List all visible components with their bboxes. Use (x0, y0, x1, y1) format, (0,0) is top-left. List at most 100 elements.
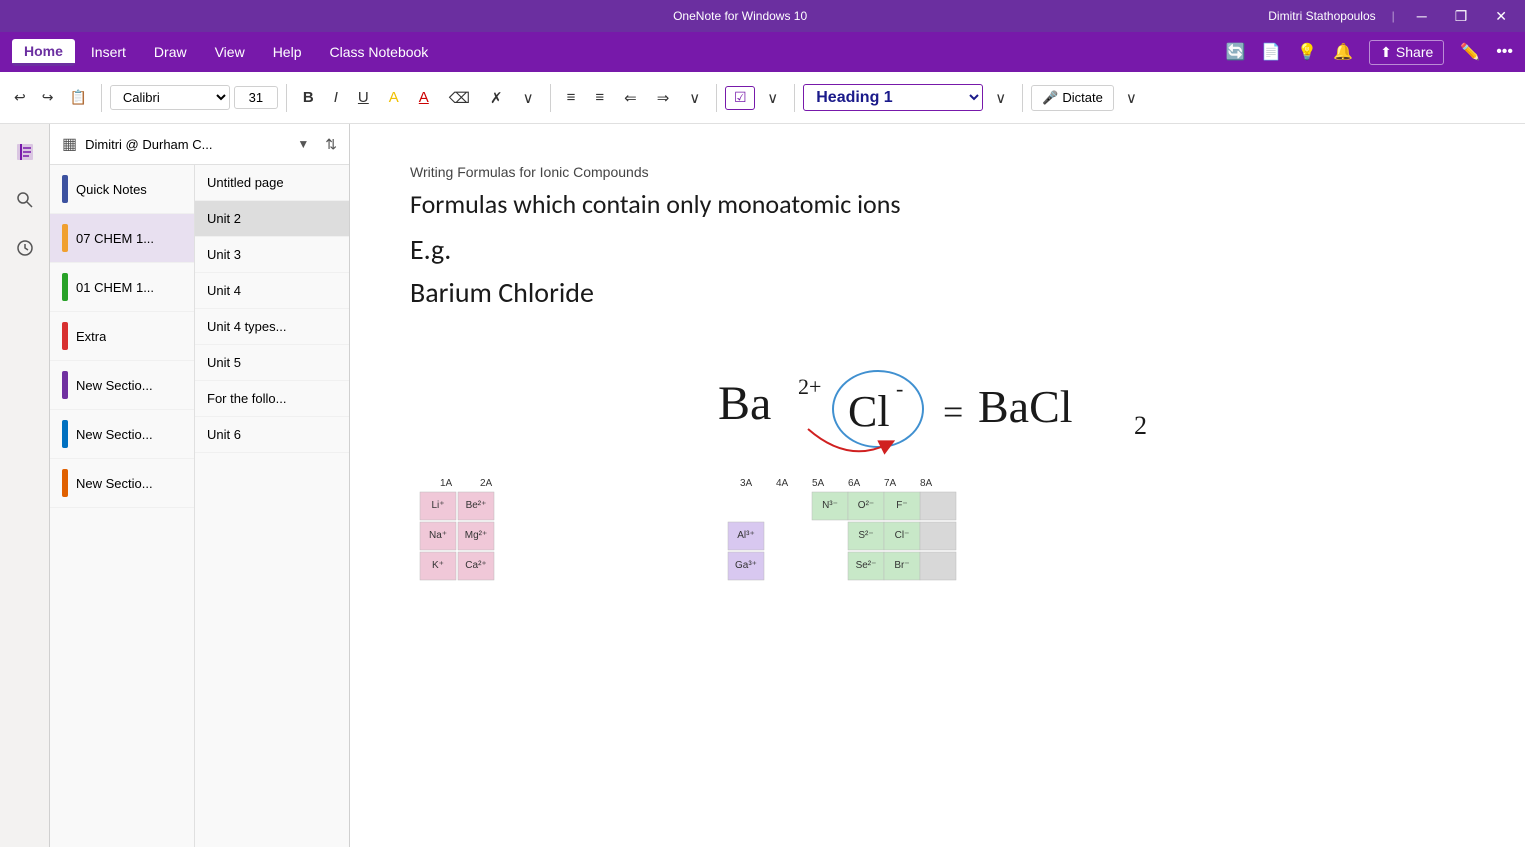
section-label-01chem: 01 CHEM 1... (76, 280, 154, 295)
sections-list: Quick Notes 07 CHEM 1... 01 CHEM 1... Ex… (50, 165, 349, 847)
menu-draw[interactable]: Draw (142, 40, 199, 64)
microphone-icon: 🎤 (1042, 90, 1058, 106)
notebook-dropdown-icon[interactable]: ▼ (297, 137, 309, 151)
italic-button[interactable]: I (326, 85, 346, 110)
content-subtitle: Writing Formulas for Ionic Compounds (410, 164, 1465, 180)
toolbar-separator-5 (794, 84, 795, 112)
section-color-quick-notes (62, 175, 68, 203)
pages-icon[interactable]: 📄 (1261, 42, 1281, 62)
menu-insert[interactable]: Insert (79, 40, 138, 64)
periodic-table: 1A 2A 3A 4A 5A 6A 7A 8A Li⁺ Be²⁺ Na⁺ (410, 474, 1010, 609)
sort-icon[interactable]: ⇅ (325, 136, 337, 153)
svg-text:4A: 4A (776, 478, 789, 489)
checkbox-button[interactable]: ☑ (725, 86, 755, 110)
sidebar-notebooks-icon[interactable] (9, 136, 41, 168)
bold-button[interactable]: B (295, 85, 322, 110)
content-area[interactable]: Writing Formulas for Ionic Compounds For… (350, 124, 1525, 847)
font-name-selector[interactable]: Calibri (110, 85, 230, 110)
clear-format-button[interactable]: ✗ (482, 85, 511, 111)
more-format-button[interactable]: ∨ (515, 85, 542, 111)
sync-icon[interactable]: 🔄 (1225, 42, 1245, 62)
svg-text:Al³⁺: Al³⁺ (737, 530, 755, 541)
section-extra[interactable]: Extra (50, 312, 194, 361)
highlight-button[interactable]: A (381, 85, 407, 110)
underline-button[interactable]: U (350, 85, 377, 110)
minimize-button[interactable]: ─ (1411, 6, 1433, 26)
page-unit4[interactable]: Unit 4 (195, 273, 349, 309)
app-title: OneNote for Windows 10 (212, 9, 1268, 23)
section-label-new1: New Sectio... (76, 378, 153, 393)
section-label-quick-notes: Quick Notes (76, 182, 147, 197)
indent-decrease-button[interactable]: ⇐ (616, 85, 645, 111)
menu-classnotebook[interactable]: Class Notebook (317, 40, 440, 64)
svg-text:Li⁺: Li⁺ (431, 500, 444, 511)
clipboard-button[interactable]: 📋 (63, 85, 92, 110)
sidebar-history-icon[interactable] (9, 232, 41, 264)
pages-column: Untitled page Unit 2 Unit 3 Unit 4 Unit … (195, 165, 349, 847)
dictate-button[interactable]: 🎤 Dictate (1031, 85, 1114, 111)
svg-text:S²⁻: S²⁻ (858, 530, 873, 541)
close-button[interactable]: ✕ (1489, 6, 1513, 27)
checkbox-expand-button[interactable]: ∨ (759, 85, 786, 111)
section-new3[interactable]: New Sectio... (50, 459, 194, 508)
section-label-new2: New Sectio... (76, 427, 153, 442)
page-unit4types[interactable]: Unit 4 types... (195, 309, 349, 345)
pen-icon[interactable]: ✏️ (1460, 42, 1480, 62)
redo-button[interactable]: ↪ (36, 85, 60, 110)
menu-help[interactable]: Help (261, 40, 314, 64)
page-unit2[interactable]: Unit 2 (195, 201, 349, 237)
section-color-07chem (62, 224, 68, 252)
undo-button[interactable]: ↩ (8, 85, 32, 110)
more-options-icon[interactable]: ••• (1496, 43, 1513, 61)
bell-icon[interactable]: 🔔 (1333, 42, 1353, 62)
share-button[interactable]: ⬆ Share (1369, 40, 1444, 65)
page-forthefollowing[interactable]: For the follo... (195, 381, 349, 417)
title-bar: OneNote for Windows 10 Dimitri Stathopou… (0, 0, 1525, 32)
sidebar-search-icon[interactable] (9, 184, 41, 216)
section-quick-notes[interactable]: Quick Notes (50, 165, 194, 214)
heading-style-selector[interactable]: Heading 1 (803, 84, 983, 111)
section-new2[interactable]: New Sectio... (50, 410, 194, 459)
lightbulb-icon[interactable]: 💡 (1297, 42, 1317, 62)
svg-text:O²⁻: O²⁻ (858, 500, 874, 511)
section-07chem[interactable]: 07 CHEM 1... (50, 214, 194, 263)
title-bar-right: Dimitri Stathopoulos | ─ ❐ ✕ (1268, 6, 1513, 27)
page-untitled[interactable]: Untitled page (195, 165, 349, 201)
indent-increase-button[interactable]: ⇒ (649, 85, 678, 111)
svg-text:3A: 3A (740, 478, 753, 489)
menu-view[interactable]: View (203, 40, 257, 64)
svg-text:1A: 1A (440, 478, 453, 489)
fontcolor-button[interactable]: A (411, 85, 437, 110)
section-color-new1 (62, 371, 68, 399)
svg-text:F⁻: F⁻ (896, 500, 907, 511)
user-name: Dimitri Stathopoulos (1268, 9, 1375, 23)
eraser-button[interactable]: ⌫ (441, 85, 478, 111)
unordered-list-button[interactable]: ≡ (559, 85, 584, 110)
content-heading3: Barium Chloride (410, 275, 1465, 310)
menu-bar-right: 🔄 📄 💡 🔔 ⬆ Share ✏️ ••• (1225, 40, 1513, 65)
dictate-expand-button[interactable]: ∨ (1118, 85, 1145, 111)
page-unit3[interactable]: Unit 3 (195, 237, 349, 273)
svg-text:2+: 2+ (798, 374, 821, 399)
maximize-button[interactable]: ❐ (1449, 6, 1474, 27)
section-01chem[interactable]: 01 CHEM 1... (50, 263, 194, 312)
svg-text:Br⁻: Br⁻ (894, 560, 909, 571)
section-color-new2 (62, 420, 68, 448)
expand-list-button[interactable]: ∨ (681, 85, 708, 111)
svg-text:8A: 8A (920, 478, 933, 489)
separator: | (1392, 9, 1395, 23)
toolbar-separator-4 (716, 84, 717, 112)
section-color-01chem (62, 273, 68, 301)
toolbar-separator-1 (101, 84, 102, 112)
heading-expand-button[interactable]: ∨ (987, 85, 1014, 111)
main-layout: ▦ Dimitri @ Durham C... ▼ ⇅ Quick Notes … (0, 124, 1525, 847)
svg-text:Ca²⁺: Ca²⁺ (465, 560, 486, 571)
section-new1[interactable]: New Sectio... (50, 361, 194, 410)
menu-bar: Home Insert Draw View Help Class Noteboo… (0, 32, 1525, 72)
menu-home[interactable]: Home (12, 39, 75, 66)
svg-text:Be²⁺: Be²⁺ (466, 500, 487, 511)
ordered-list-button[interactable]: ≡ (587, 85, 612, 110)
font-size-input[interactable] (234, 86, 278, 109)
page-unit6[interactable]: Unit 6 (195, 417, 349, 453)
page-unit5[interactable]: Unit 5 (195, 345, 349, 381)
